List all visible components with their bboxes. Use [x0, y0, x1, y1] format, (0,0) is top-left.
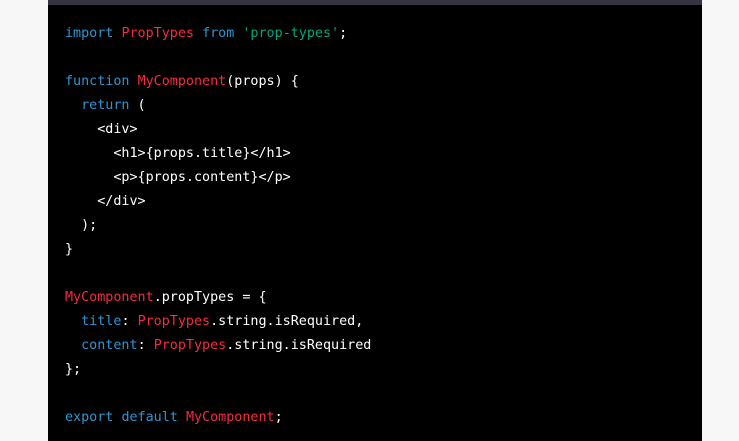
code-block-header-bar [48, 0, 702, 5]
code-token-plain: ( [129, 98, 146, 113]
code-token-kw: default [121, 410, 178, 425]
code-token-kw: content [81, 338, 138, 353]
code-token-plain: .string.isRequired, [210, 314, 364, 329]
code-line: ); [65, 214, 371, 238]
code-line: content: PropTypes.string.isRequired [65, 334, 371, 358]
code-token-plain: .string.isRequired [226, 338, 372, 353]
code-line: title: PropTypes.string.isRequired, [65, 310, 371, 334]
code-token-plain: ); [65, 218, 98, 233]
code-token-kw: from [202, 26, 235, 41]
code-token-cls: MyComponent [185, 410, 275, 425]
code-token-plain: : [121, 314, 138, 329]
code-token-cls: PropTypes [137, 314, 211, 329]
code-content[interactable]: import PropTypes from 'prop-types'; func… [65, 22, 371, 430]
code-line: </div> [65, 190, 371, 214]
code-token-kw: return [81, 98, 130, 113]
code-token-kw: export [65, 410, 114, 425]
code-line: export default MyComponent; [65, 406, 371, 430]
code-line: return ( [65, 94, 371, 118]
code-token-plain: (props) { [226, 74, 299, 89]
code-token-cls: MyComponent [65, 290, 154, 305]
code-token-plain: ; [339, 26, 348, 41]
code-line: MyComponent.propTypes = { [65, 286, 371, 310]
code-token-plain: } [65, 242, 74, 257]
code-token-plain: : [137, 338, 154, 353]
code-token-plain: <p>{props.content}</p> [65, 170, 291, 185]
code-token-plain: <h1>{props.title}</h1> [65, 146, 291, 161]
code-line: }; [65, 358, 371, 382]
code-token-kw: import [65, 26, 114, 41]
code-line: import PropTypes from 'prop-types'; [65, 22, 371, 46]
code-token-str: 'prop-types' [242, 26, 340, 41]
code-token-plain: .propTypes = { [153, 290, 267, 305]
code-line: <p>{props.content}</p> [65, 166, 371, 190]
code-token-cls: PropTypes [121, 26, 194, 41]
code-line: <div> [65, 118, 371, 142]
code-line: } [65, 238, 371, 262]
code-line: function MyComponent(props) { [65, 70, 371, 94]
code-line: <h1>{props.title}</h1> [65, 142, 371, 166]
code-token-plain: <div> [65, 122, 138, 137]
code-token-cls: PropTypes [153, 338, 227, 353]
code-block: import PropTypes from 'prop-types'; func… [48, 0, 702, 441]
code-token-kw: function [65, 74, 130, 89]
code-token-plain: </div> [65, 194, 146, 209]
code-token-plain: }; [65, 362, 82, 377]
code-token-kw: title [81, 314, 122, 329]
code-token-plain: ; [274, 410, 283, 425]
code-token-cls: MyComponent [137, 74, 227, 89]
